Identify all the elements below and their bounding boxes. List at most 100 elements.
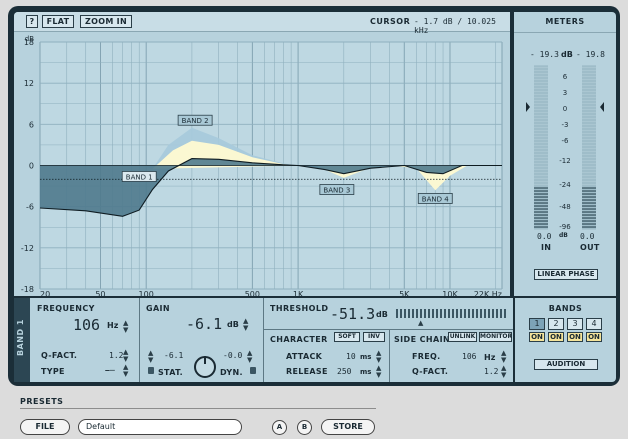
cursor-label: CURSOR	[370, 17, 411, 26]
release-value[interactable]: 250	[337, 367, 351, 376]
stat-gain-value[interactable]: -6.1	[164, 351, 183, 360]
attack-unit: ms	[360, 353, 372, 361]
flat-button[interactable]: FLAT	[42, 15, 74, 28]
gain-unit: dB	[227, 320, 239, 329]
gain-knob-pointer-icon	[204, 356, 206, 364]
band-select-1[interactable]: 1	[529, 318, 545, 330]
band-select-2[interactable]: 2	[548, 318, 564, 330]
frequency-value[interactable]: 106	[73, 316, 100, 334]
release-label: RELEASE	[286, 367, 328, 376]
help-button[interactable]: ?	[26, 15, 38, 28]
frequency-stepper-icon[interactable]: ▲ ▼	[123, 320, 128, 334]
y-tick-label: -12	[21, 244, 34, 253]
x-tick-label: 22K Hz	[474, 290, 502, 296]
meter-scale-label: -24	[559, 181, 571, 189]
audition-button[interactable]: AUDITION	[534, 359, 598, 370]
y-tick-label: 12	[24, 79, 34, 88]
meters-divider	[514, 32, 616, 33]
meter-scale-label: -3	[562, 121, 569, 129]
y-tick-label: 0	[29, 162, 34, 171]
band-on-2[interactable]: ON	[548, 332, 564, 342]
file-button[interactable]: FILE	[20, 419, 70, 435]
linear-phase-button[interactable]: LINEAR PHASE	[534, 269, 598, 280]
sc-freq-stepper-icon[interactable]: ▲ ▼	[501, 350, 506, 364]
gain-value[interactable]: -6.1	[186, 315, 222, 333]
release-unit: ms	[360, 368, 372, 376]
band-tab[interactable]: BAND 1	[14, 298, 30, 382]
dyn-lock-icon[interactable]	[250, 367, 256, 374]
presets-divider	[20, 408, 376, 409]
stat-lock-icon[interactable]	[148, 367, 154, 374]
meter-scale-label: 6	[563, 73, 568, 81]
threshold-value[interactable]: -51.3	[330, 305, 375, 323]
presets-title: PRESETS	[20, 397, 64, 406]
band-select-4[interactable]: 4	[586, 318, 602, 330]
stat-label: STAT.	[158, 368, 183, 377]
inv-button[interactable]: INV	[363, 332, 385, 342]
dyn-label: DYN.	[220, 368, 243, 377]
out-peak-readout: - 19.8	[576, 50, 605, 59]
type-value[interactable]: −─	[105, 366, 115, 375]
frequency-section: FREQUENCY 106 Hz ▲ ▼ Q-FACT. 1.2 ▲ ▼ TYPE …	[31, 298, 139, 382]
gain-stepper-icon[interactable]: ▲ ▼	[243, 318, 248, 332]
threshold-slider-handle-icon[interactable]: ▲	[418, 320, 423, 327]
eq-curve-chart[interactable]: 181260-6-12-18dB20 50 100 500 1K 5K 10K 22K HzB…	[14, 33, 510, 296]
attack-value[interactable]: 10	[346, 352, 356, 361]
monitor-button[interactable]: MONITOR	[479, 332, 512, 342]
presets-bar: PRESETS FILE Default A B STORE	[0, 388, 628, 439]
store-button[interactable]: STORE	[321, 419, 375, 435]
attack-label: ATTACK	[286, 352, 323, 361]
threshold-unit: dB	[376, 310, 388, 319]
threshold-slider[interactable]	[396, 309, 508, 318]
frequency-unit: Hz	[107, 321, 119, 330]
type-stepper-icon[interactable]: ▲ ▼	[123, 364, 128, 378]
sc-qfact-label: Q-FACT.	[412, 367, 449, 376]
in-bottom-readout: 0.0	[537, 232, 552, 241]
qfact-value[interactable]: 1.2	[109, 351, 123, 360]
stat-stepper-icon[interactable]: ▲ ▼	[148, 350, 153, 364]
band-on-3[interactable]: ON	[567, 332, 583, 342]
bands-section: BANDS 1 2 3 4 ON ON ON ON AUDITION	[513, 298, 616, 382]
sc-qfact-value[interactable]: 1.2	[484, 367, 498, 376]
dyn-stepper-icon[interactable]: ▲ ▼	[247, 350, 252, 364]
x-tick-label: 10K	[442, 290, 458, 296]
x-tick-label: 100	[139, 290, 154, 296]
b-compare-button[interactable]: B	[297, 420, 312, 435]
band-label-1: BAND 1	[126, 173, 153, 181]
preset-name-field[interactable]: Default	[78, 419, 242, 435]
release-stepper-icon[interactable]: ▲ ▼	[376, 365, 381, 379]
dyn-gain-value[interactable]: -0.0	[223, 351, 242, 360]
out-gain-arrow-icon	[600, 102, 604, 112]
threshold-title: THRESHOLD	[270, 304, 329, 313]
unlink-button[interactable]: UNLINK	[448, 332, 477, 342]
sc-freq-value[interactable]: 106	[462, 352, 476, 361]
gain-section: GAIN -6.1 dB ▲ ▼ ▲ ▼ -6.1 -0.0 ▲ ▼ STAT. DY…	[139, 298, 263, 382]
soft-button[interactable]: SOFT	[334, 332, 360, 342]
band-controls-panel: BAND 1 FREQUENCY 106 Hz ▲ ▼ Q-FACT. 1.2 ▲…	[14, 298, 616, 382]
band-tab-label: BAND 1	[16, 319, 25, 356]
frequency-title: FREQUENCY	[37, 304, 95, 313]
a-compare-button[interactable]: A	[272, 420, 287, 435]
out-bottom-readout: 0.0	[580, 232, 595, 241]
out-label: OUT	[580, 243, 600, 252]
x-tick-label: 1K	[293, 290, 304, 296]
band-select-3[interactable]: 3	[567, 318, 583, 330]
in-peak-readout: - 19.3	[530, 50, 559, 59]
meter-scale-label: -48	[559, 203, 570, 211]
band-on-1[interactable]: ON	[529, 332, 545, 342]
attack-stepper-icon[interactable]: ▲ ▼	[376, 350, 381, 364]
band-on-4[interactable]: ON	[586, 332, 602, 342]
sc-qfact-stepper-icon[interactable]: ▲ ▼	[501, 365, 506, 379]
db-axis-unit: dB	[25, 35, 34, 43]
meters-panel: METERS - 19.3 dB - 19.8 6 3 0 -3 -6 -12 -24 -48…	[514, 12, 616, 296]
character-title: CHARACTER	[270, 335, 328, 344]
meter-scale-label: -12	[559, 157, 570, 165]
zoom-in-button[interactable]: ZOOM IN	[80, 15, 132, 28]
in-label: IN	[541, 243, 552, 252]
qfact-stepper-icon[interactable]: ▲ ▼	[123, 349, 128, 363]
meter-bottom-unit: dB	[559, 232, 568, 239]
meter-scale-label: -96	[559, 223, 571, 231]
eq-graph[interactable]: 18 12 6 0 -6 -12 -18 dB 20 50 100 500 1K 5K 10K 22K Hz B…	[14, 33, 510, 296]
y-tick-label: -6	[26, 203, 34, 212]
band-label-3: BAND 3	[323, 187, 350, 195]
